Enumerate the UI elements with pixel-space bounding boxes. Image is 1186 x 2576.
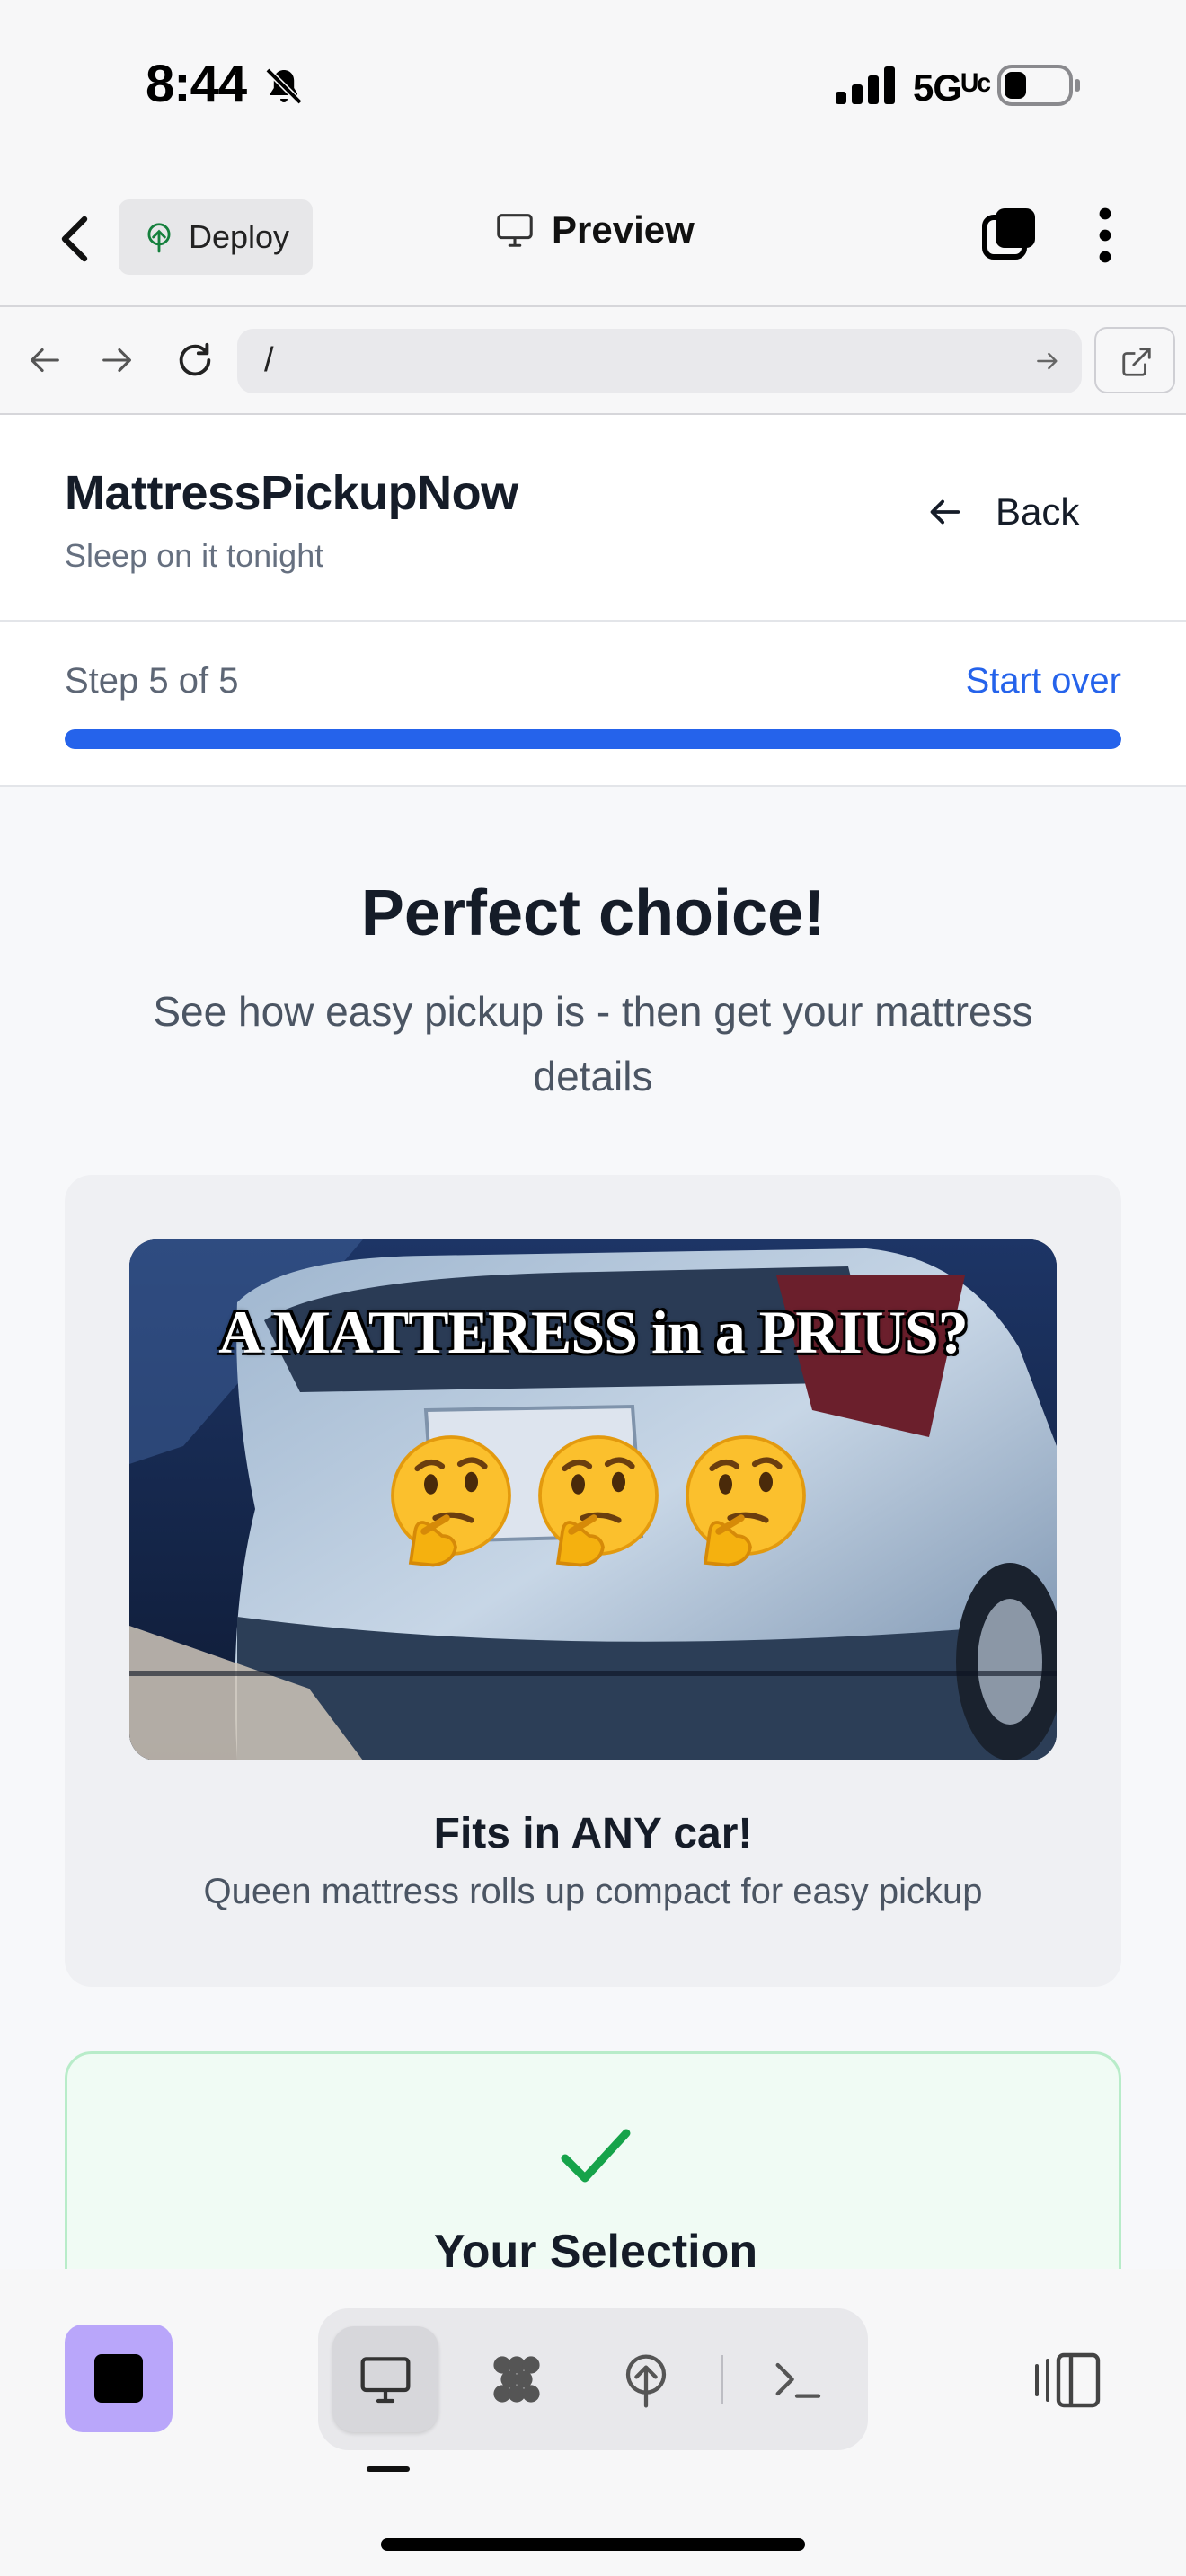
stop-icon	[94, 2354, 143, 2403]
battery-icon	[997, 65, 1080, 106]
step-progress: Step 5 of 5 Start over	[0, 622, 1186, 787]
start-over-link[interactable]: Start over	[966, 661, 1121, 701]
tool-divider	[721, 2355, 723, 2404]
emoji-row	[379, 1428, 821, 1572]
tool-switcher	[318, 2308, 868, 2450]
deploy-icon	[147, 223, 171, 253]
terminal-icon	[775, 2362, 821, 2398]
arrow-left-icon[interactable]	[23, 340, 65, 381]
tabs-icon[interactable]	[981, 207, 1037, 262]
bell-slash-icon	[265, 67, 303, 105]
progress-track	[65, 729, 1121, 749]
app-header: Deploy Preview	[0, 171, 1186, 305]
progress-fill	[65, 729, 1121, 749]
tool-deployments[interactable]	[593, 2326, 699, 2432]
site-tagline: Sleep on it tonight	[65, 537, 324, 574]
main-content: Perfect choice! See how easy pickup is -…	[0, 787, 1186, 2269]
deploy-icon	[625, 2354, 667, 2408]
media-card-title: Fits in ANY car!	[433, 1810, 753, 1857]
site-brand[interactable]: MattressPickupNow	[65, 465, 518, 521]
selection-title: Your Selection	[433, 2226, 758, 2269]
deploy-label: Deploy	[189, 218, 290, 255]
pickup-media-card: A MATTERESS in a PRIUS? Fits in ANY car!…	[65, 1175, 1121, 1987]
open-external-icon	[1122, 348, 1151, 376]
deploy-button[interactable]: Deploy	[119, 199, 313, 275]
url-toolbar: /	[0, 305, 1186, 415]
back-button[interactable]: Back	[924, 490, 1079, 534]
open-external-button[interactable]	[1094, 327, 1175, 393]
video-caption: A MATTERESS in a PRIUS?	[218, 1298, 969, 1366]
monitor-icon	[497, 214, 533, 247]
preview-label: Preview	[552, 208, 695, 251]
split-view-icon[interactable]	[1033, 2351, 1102, 2409]
arrow-right-icon[interactable]	[97, 340, 138, 381]
stop-button[interactable]	[65, 2325, 173, 2432]
pickup-video[interactable]: A MATTERESS in a PRIUS?	[129, 1239, 1057, 1760]
tool-shell[interactable]	[744, 2326, 850, 2432]
url-input[interactable]: /	[237, 329, 1082, 393]
page-title: Perfect choice!	[360, 878, 826, 949]
site-header: MattressPickupNow Sleep on it tonight Ba…	[0, 415, 1186, 622]
check-icon	[561, 2129, 631, 2183]
url-text: /	[264, 341, 274, 379]
tool-integrations[interactable]	[464, 2326, 570, 2432]
arrow-left-icon	[930, 499, 960, 525]
more-vertical-icon[interactable]	[1087, 207, 1123, 264]
go-arrow-icon[interactable]	[1033, 347, 1062, 375]
page-subtitle: See how easy pickup is - then get your m…	[153, 988, 1033, 1099]
media-card-subtitle: Queen mattress rolls up compact for easy…	[203, 1872, 983, 1911]
thinking-face-emoji	[391, 1435, 511, 1567]
back-label: Back	[996, 490, 1080, 533]
network-type: 5Gᵁᶜ	[913, 66, 991, 109]
reload-icon[interactable]	[174, 340, 216, 381]
tool-preview[interactable]	[332, 2326, 438, 2432]
bottom-toolbar	[0, 2269, 1186, 2576]
thinking-face-emoji	[686, 1435, 806, 1567]
active-tool-indicator	[367, 2466, 410, 2472]
thinking-face-emoji	[538, 1435, 659, 1567]
preview-title: Preview	[494, 208, 695, 251]
monitor-icon	[360, 2357, 411, 2404]
signal-bars-icon	[836, 66, 895, 104]
status-time: 8:44	[146, 55, 247, 113]
status-bar: 8:44 5Gᵁᶜ	[0, 0, 1186, 171]
chevron-left-icon[interactable]	[58, 214, 93, 264]
step-label: Step 5 of 5	[65, 661, 239, 701]
integrations-icon	[493, 2356, 540, 2403]
home-indicator	[381, 2538, 805, 2551]
selection-card: Your Selection	[65, 2051, 1121, 2269]
